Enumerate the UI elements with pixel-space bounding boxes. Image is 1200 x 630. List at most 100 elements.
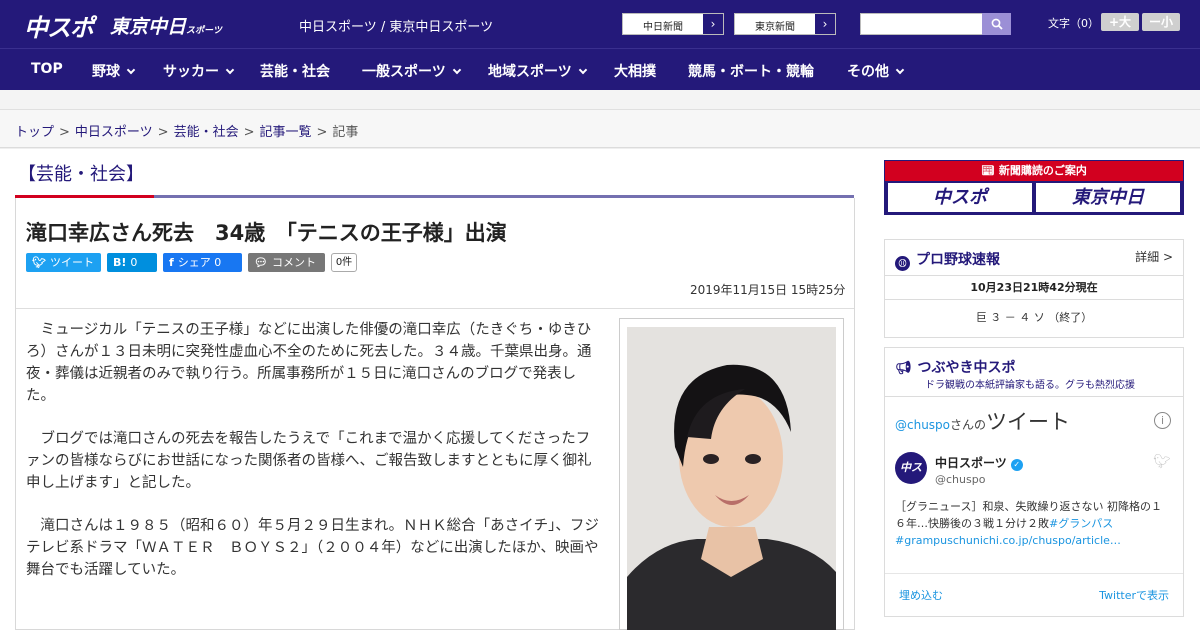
breadcrumb-link-article-list[interactable]: 記事一覧: [260, 125, 312, 140]
nav-general-sports[interactable]: 一般スポーツ: [362, 61, 461, 81]
font-smaller-button[interactable]: ー小: [1142, 13, 1180, 31]
nav-racing[interactable]: 競馬・ボート・競輪: [688, 61, 814, 81]
nav-baseball[interactable]: 野球: [92, 61, 136, 81]
facebook-share-button[interactable]: f シェア 0: [163, 253, 242, 272]
breadcrumb-link-top[interactable]: トップ: [15, 125, 54, 140]
tweet-author-handle[interactable]: @chuspo: [935, 473, 985, 486]
comment-label: コメント: [271, 256, 316, 269]
article-body: ミュージカル「テニスの王子様」などに出演した俳優の滝口幸広（たきぐち・ゆきひろ）…: [26, 319, 604, 602]
breadcrumb-link-chunichi[interactable]: 中日スポーツ: [75, 125, 153, 140]
baseball-title-text: プロ野球速報: [916, 252, 1000, 268]
baseball-scores-widget: ⚾︎ プロ野球速報 詳細 > 10月23日21時42分現在 巨 ３ － ４ ソ （…: [884, 239, 1184, 338]
article-date: 2019年11月15日 15時25分: [690, 283, 846, 297]
nav-sumo[interactable]: 大相撲: [614, 61, 656, 81]
avatar[interactable]: 中スポ: [895, 452, 927, 506]
comment-button[interactable]: 💬︎ コメント: [248, 253, 325, 272]
subscription-promo: 📰︎ 新聞購読のご案内 中スポ 東京中日: [884, 160, 1184, 215]
baseball-score-row[interactable]: 巨 ３ － ４ ソ （終了）: [885, 299, 1183, 337]
site-header: 中スポ 東京中日スポーツ 中日スポーツ / 東京中日スポーツ 中日新聞 › 東京…: [0, 0, 1200, 48]
main-nav: TOP 野球 サッカー 芸能・社会 一般スポーツ 地域スポーツ 大相撲 競馬・ボ…: [0, 48, 1200, 90]
breadcrumb: トップ > 中日スポーツ > 芸能・社会 > 記事一覧 > 記事: [0, 110, 1200, 148]
hatena-icon: B!: [113, 256, 127, 269]
newspaper-icon: 📰︎: [981, 164, 999, 177]
chevron-down-icon: [895, 65, 905, 75]
tokyo-logo-text: 東京中日: [110, 16, 187, 38]
font-bigger-button[interactable]: +大: [1101, 13, 1139, 31]
nav-top[interactable]: TOP: [31, 61, 63, 77]
tokyo-shimbun-link[interactable]: 東京新聞 ›: [734, 13, 836, 35]
subscribe-tokyo-button[interactable]: 東京中日: [1036, 183, 1180, 212]
tweet-text: ［グラニュース］和泉、失敗繰り返さない 初降格の１６年…快勝後の３戦１分け２敗#…: [895, 498, 1165, 549]
breadcrumb-separator: >: [59, 125, 70, 140]
chevron-down-icon: [126, 65, 136, 75]
breadcrumb-separator: >: [316, 125, 328, 140]
timeline-heading: @chuspoさんのツイート: [895, 406, 1070, 436]
baseball-detail-link[interactable]: 詳細 >: [1135, 248, 1173, 265]
divider: [885, 396, 1183, 397]
chevron-right-icon: ›: [703, 14, 723, 34]
twitter-bird-icon: 🐦︎: [1153, 454, 1171, 470]
twitter-widget-subtitle: ドラ観戦の本紙評論家も語る。グラも熱烈応援: [925, 380, 1135, 391]
tokyo-chunichi-logo[interactable]: 東京中日スポーツ: [110, 12, 222, 39]
article-paragraph: 滝口さんは１９８５（昭和６０）年５月２９日生まれ。ＮＨＫ総合「あさイチ」、フジテ…: [26, 518, 599, 578]
tweet-body: ［グラニュース］和泉、失敗繰り返さない 初降格の１６年…快勝後の３戦１分け２敗: [895, 500, 1162, 530]
comment-count: 0件: [331, 253, 357, 272]
author-name-text: 中日スポーツ: [935, 456, 1007, 470]
chevron-down-icon: [225, 65, 235, 75]
chunichi-sports-logo[interactable]: 中スポ: [24, 8, 94, 43]
link-label: 東京新聞: [755, 22, 795, 33]
search-icon: [991, 18, 1003, 30]
portrait-image: [627, 327, 836, 630]
breadcrumb-link-entertainment[interactable]: 芸能・社会: [174, 125, 239, 140]
embed-link[interactable]: 埋め込む: [899, 587, 943, 603]
nav-label: サッカー: [163, 64, 219, 80]
breadcrumb-separator: >: [157, 125, 169, 140]
hatena-bookmark-button[interactable]: B! 0: [107, 253, 157, 272]
nav-entertainment[interactable]: 芸能・社会: [260, 61, 330, 81]
twitter-title-text: つぶやき中スポ: [917, 360, 1016, 376]
search-input[interactable]: [860, 13, 983, 35]
comment-icon: 💬︎: [254, 256, 268, 269]
baseball-timestamp: 10月23日21時42分現在: [885, 275, 1183, 299]
tweet-button[interactable]: 🐦︎ ツイート: [26, 253, 101, 272]
nav-label: 大相撲: [614, 64, 656, 80]
nav-local-sports[interactable]: 地域スポーツ: [488, 61, 587, 81]
article-headline: 滝口幸広さん死去 34歳 「テニスの王子様」出演: [26, 221, 507, 245]
chunichi-shimbun-link[interactable]: 中日新聞 ›: [622, 13, 724, 35]
tweet-hashtag[interactable]: #グランパス: [1049, 517, 1113, 530]
twitter-widget-title: 📢︎ つぶやき中スポ: [895, 357, 1016, 377]
tweet-author-name[interactable]: 中日スポーツ ✓: [935, 454, 1023, 471]
view-on-twitter-link[interactable]: Twitterで表示: [1099, 587, 1169, 603]
nav-label: 野球: [92, 64, 120, 80]
nav-label: 一般スポーツ: [362, 64, 446, 80]
timeline-handle[interactable]: @chuspo: [895, 418, 950, 432]
category-heading: 【芸能・社会】: [18, 164, 144, 185]
tweet-label: ツイート: [49, 256, 94, 269]
divider: [885, 573, 1183, 574]
promo-title-text: 新聞購読のご案内: [998, 164, 1087, 177]
subscribe-chuspo-button[interactable]: 中スポ: [888, 183, 1032, 212]
breadcrumb-trail: トップ > 中日スポーツ > 芸能・社会 > 記事一覧 > 記事: [15, 121, 358, 140]
twitter-widget: 📢︎ つぶやき中スポ ドラ観戦の本紙評論家も語る。グラも熱烈応援 @chuspoさ…: [884, 347, 1184, 617]
divider: [16, 308, 854, 309]
facebook-icon: f: [169, 256, 174, 269]
font-size-label: 文字（0）: [1048, 17, 1099, 30]
spacer-band: [0, 90, 1200, 110]
breadcrumb-current: 記事: [332, 125, 359, 140]
nav-soccer[interactable]: サッカー: [163, 61, 235, 81]
facebook-label: シェア: [177, 256, 211, 269]
article-paragraph: ミュージカル「テニスの王子様」などに出演した俳優の滝口幸広（たきぐち・ゆきひろ）…: [26, 322, 592, 404]
search-button[interactable]: [982, 13, 1011, 35]
nav-label: 地域スポーツ: [488, 64, 572, 80]
promo-title: 📰︎ 新聞購読のご案内: [885, 161, 1183, 181]
chevron-down-icon: [578, 65, 587, 75]
article-photo[interactable]: [627, 327, 836, 630]
breadcrumb-separator: >: [243, 125, 255, 140]
nav-label: TOP: [31, 61, 63, 77]
tweet-link[interactable]: #grampuschunichi.co.jp/chuspo/article…: [895, 534, 1121, 547]
chevron-right-icon: ›: [815, 14, 835, 34]
timeline-title: ツイート: [986, 410, 1071, 434]
nav-other[interactable]: その他: [847, 61, 905, 81]
info-icon[interactable]: i: [1154, 412, 1171, 429]
tokyo-logo-suffix: スポーツ: [186, 26, 222, 36]
